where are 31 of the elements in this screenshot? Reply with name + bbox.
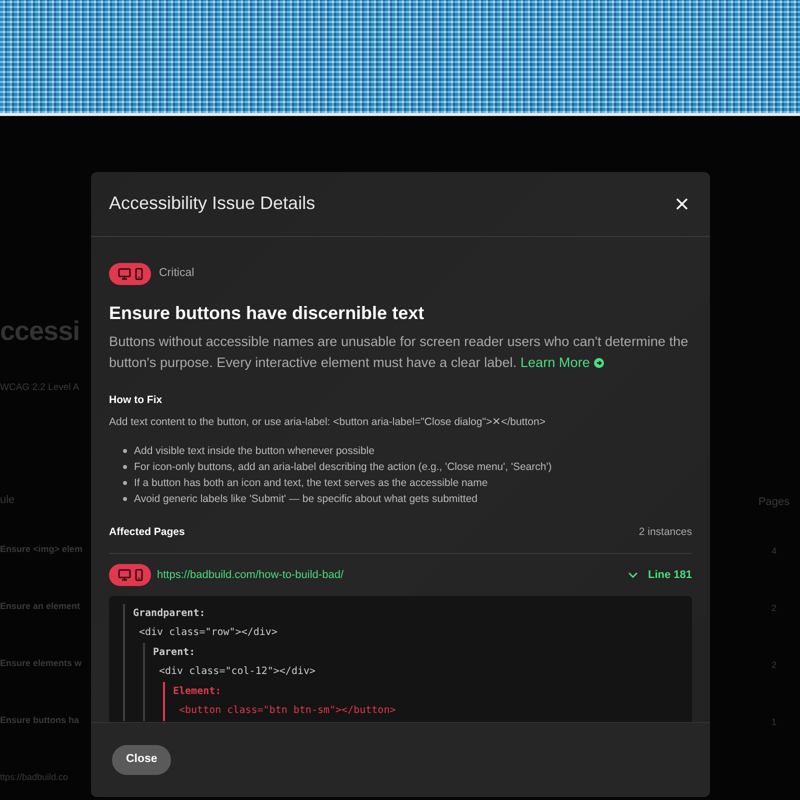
bullet-icon — [123, 481, 127, 486]
line-toggle[interactable]: Line 181 — [628, 566, 692, 584]
code-line: <div class="col-12"></div> — [158, 665, 317, 680]
instance-count: 2 instances — [638, 525, 692, 540]
code-line: <button class="btn btn-sm"></button> — [178, 704, 397, 718]
tip-item: If a button has both an icon and text, the text serves as the accessible name — [134, 476, 488, 492]
bullet-icon — [123, 465, 127, 470]
snippet-label: Element: — [173, 684, 222, 699]
dialog-title: Accessibility Issue Details — [109, 193, 316, 215]
fix-instruction: Add text content to the button, or use aria-label: <button aria-label="Close dialog">✕</button> — [109, 415, 546, 430]
bullet-icon — [123, 497, 127, 502]
learn-more-link[interactable]: Learn More — [520, 354, 604, 370]
phone-icon — [134, 268, 142, 280]
severity-label: Critical — [159, 266, 194, 282]
section-heading: How to Fix — [109, 392, 164, 408]
monitor-icon — [118, 568, 130, 581]
snippet-label: Parent: — [153, 646, 196, 660]
monitor-icon — [118, 268, 130, 280]
close-button[interactable]: Close — [112, 745, 172, 775]
issue-description: Buttons without accessible names are unusable for screen reader users who can't determine the button's purpose. Every interactive element must have a clear label. Learn More — [109, 332, 690, 372]
bullet-icon — [123, 449, 127, 454]
arrow-circle-icon — [594, 358, 604, 368]
section-heading: Affected Pages — [109, 525, 185, 540]
tip-item: Avoid generic labels like 'Submit' — be specific about what gets submitted — [134, 492, 478, 508]
issue-heading: Ensure buttons have discernible text — [109, 303, 426, 325]
page-url-link[interactable]: https://badbuild.com/how-to-build-bad/ — [157, 566, 344, 584]
code-line: <div class="row"></div> — [138, 626, 278, 640]
tip-item: Add visible text inside the button whenever possible — [134, 444, 374, 460]
snippet-label: Grandparent: — [133, 606, 206, 621]
tip-item: For icon-only buttons, add an aria-label describing the action (e.g., 'Close menu', 'Search') — [134, 460, 552, 476]
phone-icon — [134, 568, 142, 581]
